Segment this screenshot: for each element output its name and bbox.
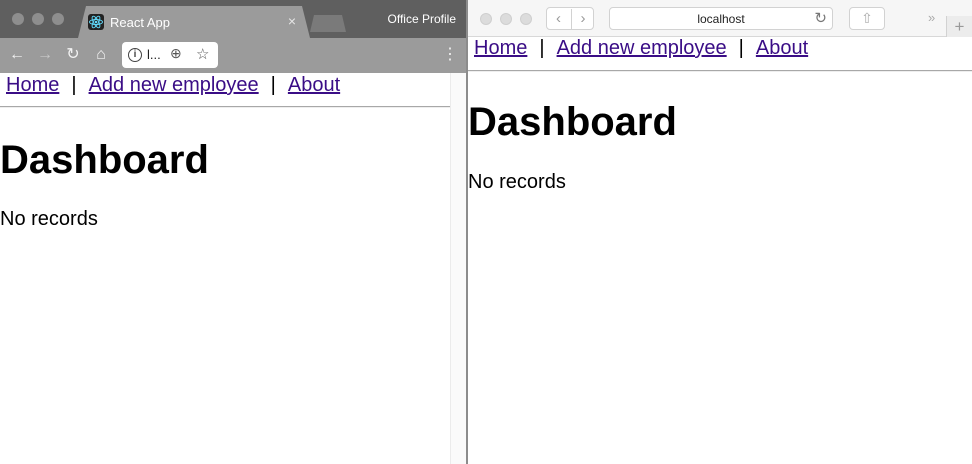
reload-icon[interactable]: ↻ <box>62 44 84 66</box>
forward-chevron-icon[interactable]: › <box>571 9 594 29</box>
address-text: localhost <box>697 12 745 26</box>
nav-separator: | <box>738 37 744 59</box>
reload-icon[interactable]: ↻ <box>814 9 827 27</box>
nav-link-home[interactable]: Home <box>474 37 527 59</box>
chrome-toolbar: ← → ↻ ⌂ i l... ⊕ ☆ ⋮ <box>0 38 466 73</box>
address-bar[interactable]: localhost ↻ <box>609 7 833 30</box>
react-logo-icon <box>88 14 104 30</box>
bookmark-star-icon[interactable]: ☆ <box>196 45 209 63</box>
minimize-window-button[interactable] <box>500 13 512 25</box>
page-title: Dashboard <box>0 138 209 182</box>
new-tab-plus-icon[interactable]: + <box>946 16 972 37</box>
back-chevron-icon[interactable]: ‹ <box>547 9 570 29</box>
history-nav-group: ‹ › <box>546 7 594 30</box>
overflow-chevrons-icon[interactable]: » <box>928 10 935 25</box>
nav-link-about[interactable]: About <box>756 37 808 59</box>
back-arrow-icon[interactable]: ← <box>6 44 28 66</box>
scrollbar[interactable] <box>450 73 466 464</box>
nav-link-home[interactable]: Home <box>6 74 59 96</box>
safari-window: ‹ › localhost ↻ ⇧ » + Home | Add new emplo… <box>468 0 972 464</box>
omnibox[interactable]: i l... ⊕ ☆ <box>122 42 218 68</box>
tab-title: React App <box>110 15 170 30</box>
tab-react-app[interactable]: React App × <box>78 6 310 38</box>
chrome-tab-strip: React App × Office Profile <box>0 0 466 38</box>
nav-separator: | <box>270 74 276 96</box>
share-icon[interactable]: ⇧ <box>849 7 885 30</box>
close-window-button[interactable] <box>480 13 492 25</box>
chrome-page-content: Home | Add new employee | About Dashboard No… <box>0 73 450 464</box>
nav-divider <box>468 70 972 72</box>
zoom-icon[interactable]: ⊕ <box>170 45 182 62</box>
profile-name[interactable]: Office Profile <box>388 12 456 26</box>
info-icon[interactable]: i <box>128 48 142 62</box>
nav-bar: Home | Add new employee | About <box>0 73 450 106</box>
no-records-text: No records <box>0 208 98 230</box>
minimize-window-button[interactable] <box>32 13 44 25</box>
forward-arrow-icon[interactable]: → <box>34 44 56 66</box>
home-icon[interactable]: ⌂ <box>90 44 112 66</box>
nav-separator: | <box>71 74 77 96</box>
tab-close-icon[interactable]: × <box>288 13 296 29</box>
nav-link-add-employee[interactable]: Add new employee <box>557 37 727 59</box>
close-window-button[interactable] <box>12 13 24 25</box>
zoom-window-button[interactable] <box>520 13 532 25</box>
no-records-text: No records <box>468 171 566 193</box>
new-tab-button[interactable] <box>310 15 346 32</box>
omnibox-url: l... <box>147 47 161 62</box>
nav-link-add-employee[interactable]: Add new employee <box>89 74 259 96</box>
nav-separator: | <box>539 37 545 59</box>
menu-dots-icon[interactable]: ⋮ <box>442 44 458 64</box>
chrome-window: React App × Office Profile ← → ↻ ⌂ i l..… <box>0 0 466 464</box>
nav-bar: Home | Add new employee | About <box>468 37 972 70</box>
zoom-window-button[interactable] <box>52 13 64 25</box>
page-title: Dashboard <box>468 100 677 144</box>
nav-link-about[interactable]: About <box>288 74 340 96</box>
nav-divider <box>0 106 450 108</box>
safari-toolbar: ‹ › localhost ↻ ⇧ » + <box>468 0 972 37</box>
safari-page-content: Home | Add new employee | About Dashboard No… <box>468 37 972 464</box>
